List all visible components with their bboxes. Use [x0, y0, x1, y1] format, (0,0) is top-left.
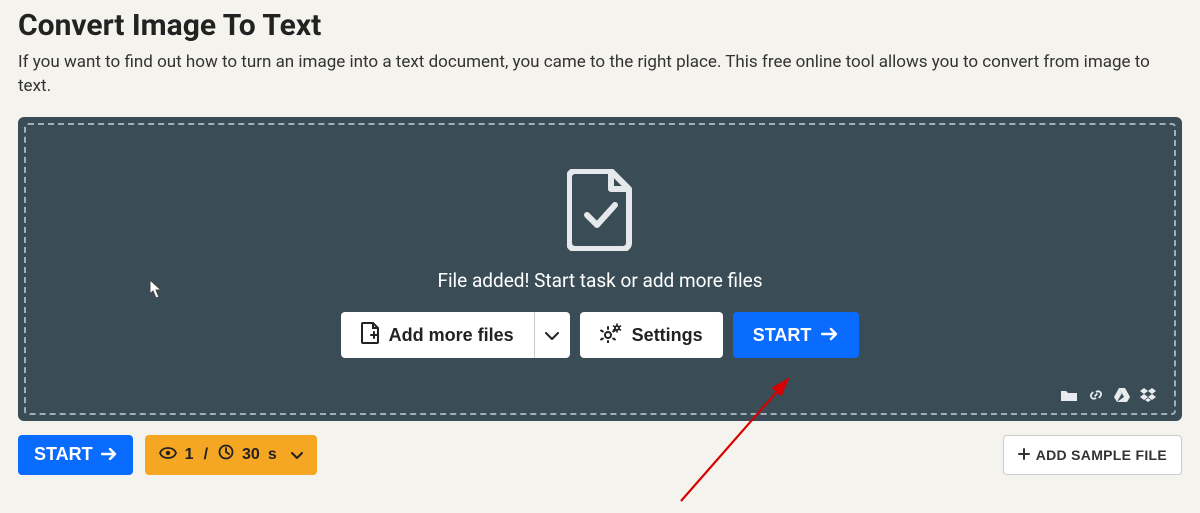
bottom-left-group: START 1 / 30 s	[18, 435, 317, 475]
chevron-down-icon	[291, 446, 303, 464]
file-check-icon	[567, 169, 633, 255]
settings-label: Settings	[632, 325, 703, 346]
storage-providers	[1060, 387, 1156, 403]
arrow-right-icon	[821, 325, 839, 346]
add-more-files-button[interactable]: Add more files	[341, 312, 534, 358]
bottom-bar: START 1 / 30 s	[18, 435, 1182, 475]
gear-icon	[600, 323, 622, 348]
clock-icon	[218, 444, 234, 465]
link-icon[interactable]	[1088, 387, 1104, 403]
chevron-down-icon	[545, 328, 559, 343]
page-subtitle: If you want to find out how to turn an i…	[18, 51, 1168, 99]
folder-icon[interactable]	[1060, 388, 1078, 402]
file-add-icon	[361, 322, 379, 349]
eye-icon	[159, 446, 177, 464]
add-sample-label: ADD SAMPLE FILE	[1036, 447, 1167, 463]
page-title: Convert Image To Text	[18, 8, 1182, 43]
dropzone[interactable]: File added! Start task or add more files…	[24, 123, 1176, 415]
file-count: 1	[185, 446, 194, 464]
dropzone-actions: Add more files	[341, 312, 860, 358]
job-status-pill[interactable]: 1 / 30 s	[145, 435, 317, 475]
upload-panel: File added! Start task or add more files…	[18, 117, 1182, 421]
start-button[interactable]: START	[733, 312, 860, 358]
duration-value: 30	[242, 446, 260, 464]
bottom-start-label: START	[34, 444, 93, 465]
dropzone-message: File added! Start task or add more files	[437, 269, 762, 292]
add-sample-file-button[interactable]: ADD SAMPLE FILE	[1003, 435, 1182, 475]
start-label: START	[753, 325, 812, 346]
arrow-right-icon	[101, 444, 117, 465]
add-more-group: Add more files	[341, 312, 570, 358]
add-more-label: Add more files	[389, 325, 514, 346]
add-more-dropdown-button[interactable]	[534, 312, 570, 358]
duration-unit: s	[268, 446, 277, 464]
settings-button[interactable]: Settings	[580, 312, 723, 358]
dropbox-icon[interactable]	[1140, 388, 1156, 402]
google-drive-icon[interactable]	[1114, 388, 1130, 402]
separator: /	[204, 446, 208, 464]
plus-icon	[1018, 447, 1030, 463]
bottom-start-button[interactable]: START	[18, 435, 133, 475]
